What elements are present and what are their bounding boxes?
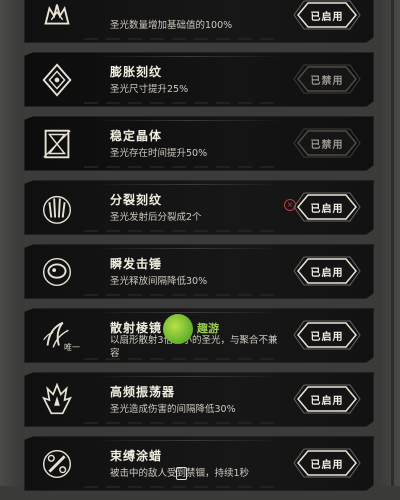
skill-name: 瞬发击锤: [110, 257, 163, 271]
skill-toggle-button[interactable]: 已启用: [292, 0, 362, 30]
skill-name: 束缚涂蜡: [110, 449, 163, 463]
skill-desc: 圣光释放间隔降低30%: [110, 276, 208, 287]
toggle-label: 已启用: [310, 11, 344, 23]
hammer-icon: [38, 253, 76, 291]
skill-name: 稳定晶体: [110, 129, 163, 143]
close-icon[interactable]: ×: [284, 199, 296, 211]
toggle-label: 已启用: [310, 203, 344, 215]
split-claw-icon: [38, 189, 76, 227]
skill-desc: 被击中的敌人受到禁锢，持续1秒: [110, 468, 250, 479]
watermark-brand: 趣游: [197, 322, 219, 335]
toggle-label: 已禁用: [310, 139, 344, 151]
skill-row-burst: 瞬发击锤 圣光释放间隔降低30% 已启用: [24, 244, 374, 299]
watermark-sub: 唯一: [64, 343, 80, 352]
hourglass-icon: [38, 125, 76, 163]
skill-desc: 圣光尺寸提升25%: [110, 84, 189, 95]
skill-toggle-button[interactable]: 已启用: [292, 384, 362, 414]
skill-name: 高频振荡器: [110, 385, 176, 399]
skill-name: 分裂刻纹: [110, 193, 163, 207]
skill-desc: 圣光造成伤害的间隔降低30%: [110, 404, 236, 415]
skill-desc: 圣光发射后分裂成2个: [110, 212, 202, 223]
skill-toggle-button[interactable]: 已启用: [292, 320, 362, 350]
toggle-label: 已启用: [310, 331, 344, 343]
skill-row-split: 分裂刻纹 圣光发射后分裂成2个 已启用: [24, 180, 374, 235]
cursor-icon: [176, 467, 187, 480]
skill-name: 膨胀刻纹: [110, 65, 163, 79]
toggle-label: 已启用: [310, 459, 344, 471]
skill-desc: 圣光存在时间提升50%: [110, 148, 208, 159]
toggle-label: 已启用: [310, 267, 344, 279]
skill-row-stable: 稳定晶体 圣光存在时间提升50% 已禁用: [24, 116, 374, 171]
toggle-label: 已禁用: [310, 75, 344, 87]
watermark-logo: 趣游: [163, 312, 233, 352]
flame-icon: [38, 381, 76, 419]
skill-list: 圣光数量增加基础值的100% 已启用 膨胀刻纹 圣光尺寸提升25% 已禁用 稳定…: [24, 0, 374, 500]
skill-row-first: 圣光数量增加基础值的100% 已启用: [24, 0, 374, 43]
skill-row-resonator: 高频振荡器 圣光造成伤害的间隔降低30% 已启用: [24, 372, 374, 427]
chain-icon: [38, 445, 76, 483]
skill-toggle-button[interactable]: 已启用: [292, 256, 362, 286]
toggle-label: 已启用: [310, 395, 344, 407]
skill-toggle-button[interactable]: 已启用: [292, 448, 362, 478]
scrollbar[interactable]: [391, 0, 394, 486]
skill-toggle-button[interactable]: 已启用: [292, 192, 362, 222]
skill-row-bind: 束缚涂蜡 被击中的敌人受到禁锢，持续1秒 已启用: [24, 436, 374, 491]
crown-icon: [38, 0, 76, 35]
diamond-rune-icon: [38, 61, 76, 99]
skill-row-expand: 膨胀刻纹 圣光尺寸提升25% 已禁用: [24, 52, 374, 107]
skill-toggle-button[interactable]: 已禁用: [292, 64, 362, 94]
leaf-icon: [163, 314, 193, 344]
skill-toggle-button[interactable]: 已禁用: [292, 128, 362, 158]
skill-desc: 圣光数量增加基础值的100%: [110, 20, 233, 31]
